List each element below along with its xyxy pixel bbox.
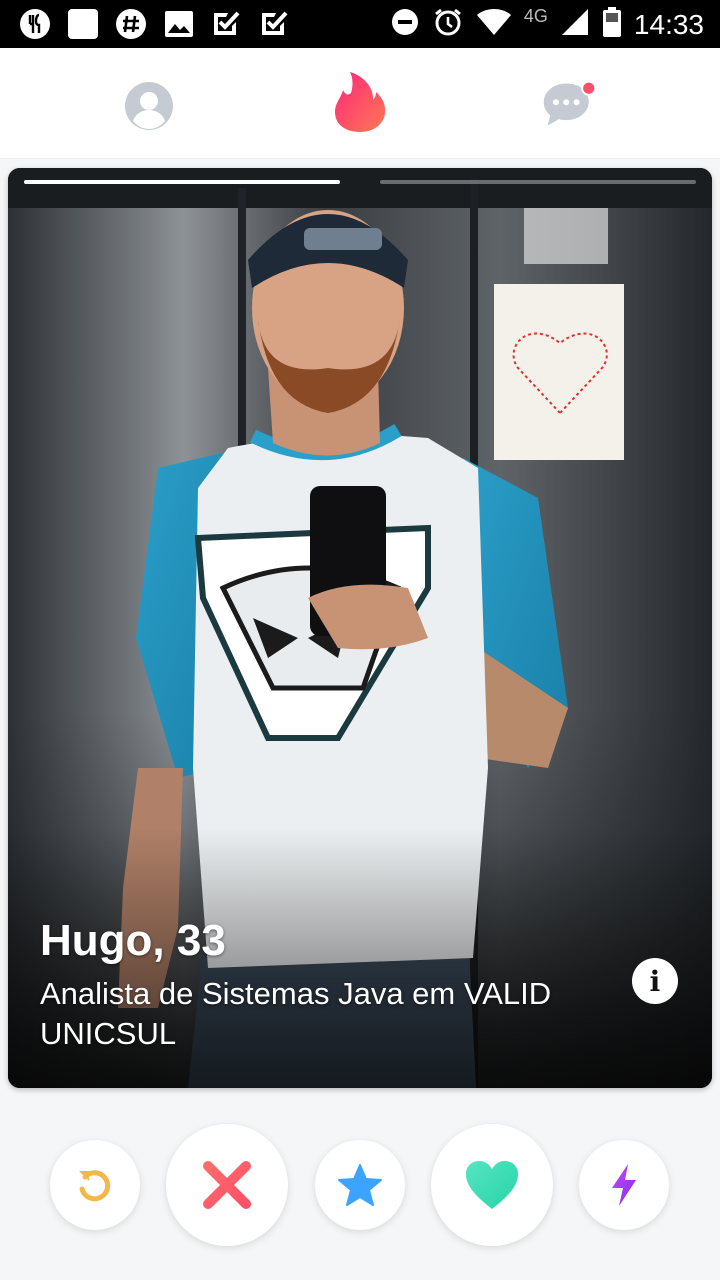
heart-icon bbox=[466, 1161, 518, 1209]
info-icon: i bbox=[649, 964, 661, 998]
do-not-disturb-icon bbox=[390, 7, 420, 42]
profile-job: Analista de Sistemas Java em VALID UNICS… bbox=[40, 976, 552, 1051]
x-icon bbox=[203, 1161, 251, 1209]
chat-icon bbox=[543, 80, 597, 126]
signal-icon bbox=[560, 7, 590, 42]
check-notification-icon bbox=[258, 7, 292, 41]
profile-name-age: Hugo, 33 bbox=[40, 916, 226, 965]
system-icons: 4G 14:33 bbox=[390, 6, 704, 43]
profile-icon bbox=[125, 82, 173, 130]
progress-spacer bbox=[352, 180, 368, 184]
lightning-icon bbox=[612, 1164, 636, 1206]
blank-notification-icon bbox=[66, 7, 100, 41]
battery-icon bbox=[602, 6, 622, 43]
tinder-flame-icon bbox=[335, 72, 386, 132]
profile-card[interactable]: Hugo, 33 Analista de Sistemas Java em VA… bbox=[8, 168, 712, 1088]
like-button[interactable] bbox=[431, 1124, 553, 1246]
ifood-icon bbox=[18, 7, 52, 41]
nope-button[interactable] bbox=[166, 1124, 288, 1246]
photo-indicator-1[interactable] bbox=[24, 180, 341, 184]
network-type: 4G bbox=[523, 6, 548, 26]
slack-icon bbox=[114, 7, 148, 41]
star-icon bbox=[338, 1164, 382, 1206]
profile-button[interactable] bbox=[119, 76, 179, 136]
top-navigation bbox=[0, 48, 720, 159]
alarm-icon bbox=[432, 6, 464, 43]
status-bar: 4G 14:33 bbox=[0, 0, 720, 48]
check-notification-icon bbox=[210, 7, 244, 41]
info-button[interactable]: i bbox=[632, 958, 678, 1004]
rewind-icon bbox=[79, 1170, 111, 1202]
super-like-button[interactable] bbox=[315, 1140, 405, 1230]
notification-icons bbox=[18, 7, 292, 41]
notification-dot bbox=[583, 82, 595, 94]
boost-button[interactable] bbox=[579, 1140, 669, 1230]
messages-button[interactable] bbox=[540, 76, 600, 136]
photo-indicator-2[interactable] bbox=[379, 180, 696, 184]
photo-progress bbox=[24, 180, 696, 184]
image-icon bbox=[162, 7, 196, 41]
rewind-button[interactable] bbox=[50, 1140, 140, 1230]
action-bar bbox=[0, 1120, 720, 1250]
discover-button[interactable] bbox=[330, 72, 390, 132]
wifi-icon bbox=[476, 7, 512, 42]
clock: 14:33 bbox=[633, 8, 704, 40]
